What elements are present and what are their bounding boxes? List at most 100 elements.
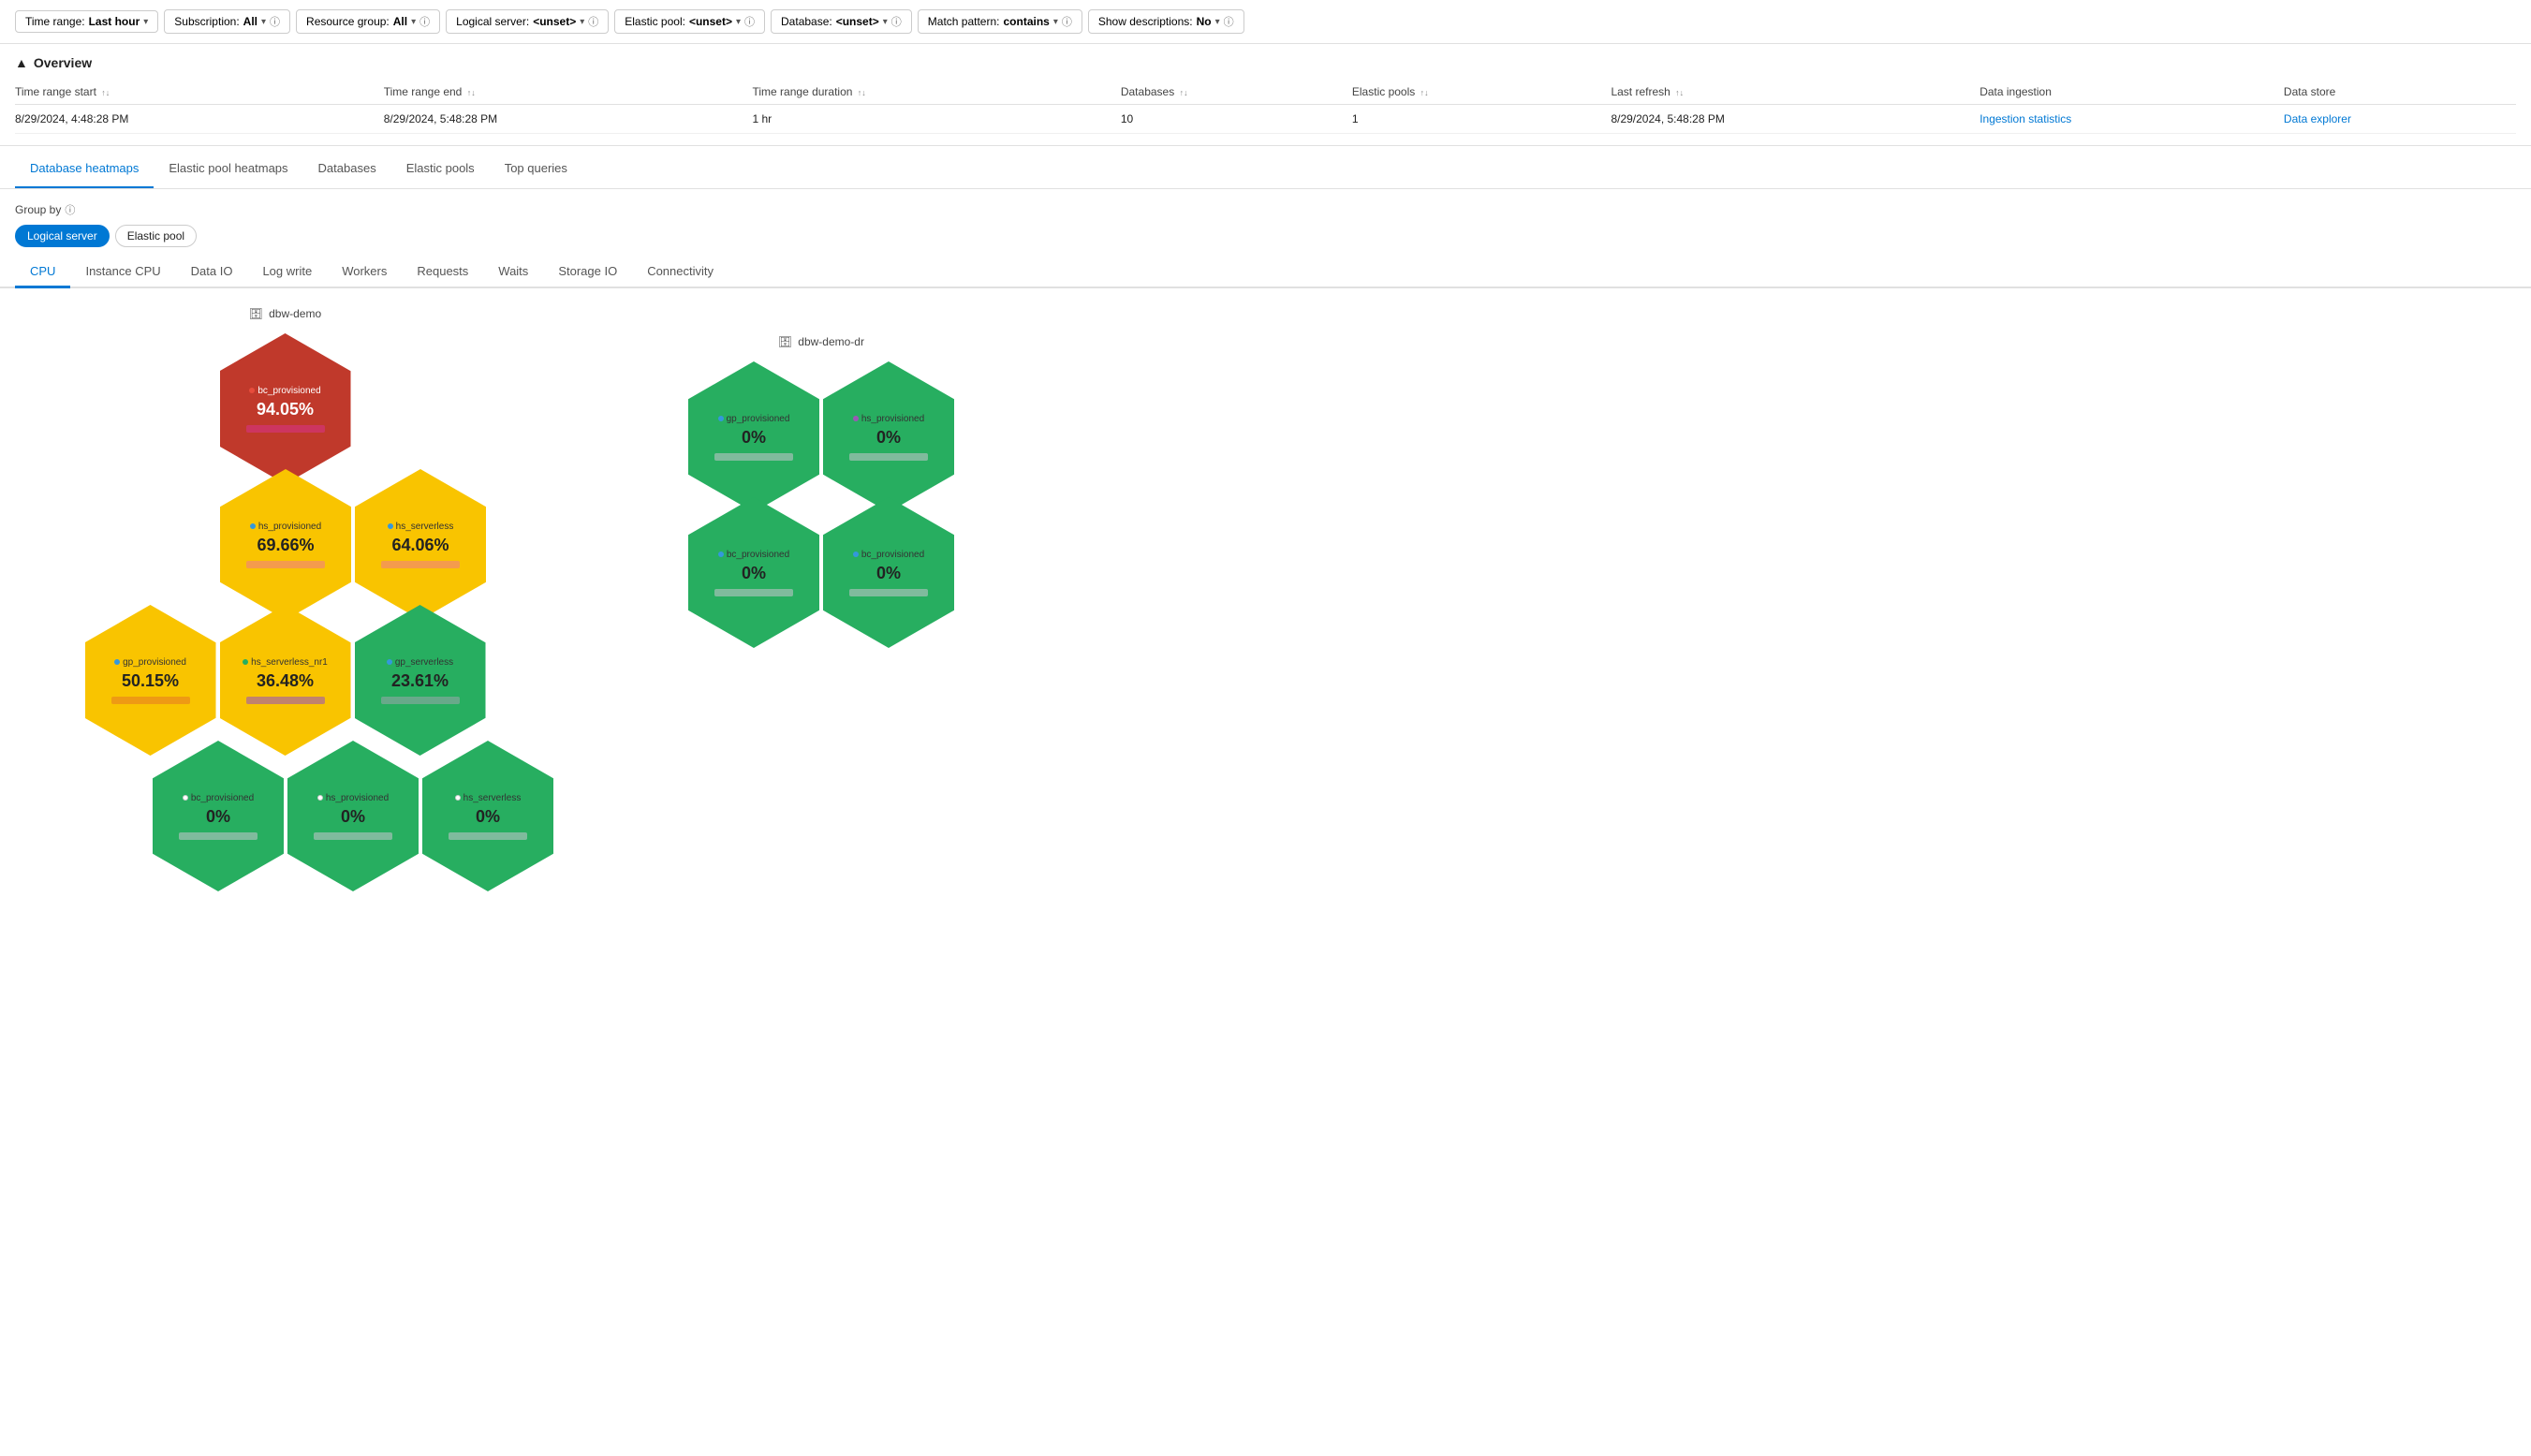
resource-group-filter[interactable]: Resource group: All ▾ ⓘ bbox=[296, 9, 440, 34]
info-icon: ⓘ bbox=[419, 14, 430, 29]
overview-toggle[interactable]: ▲ Overview bbox=[15, 55, 2516, 70]
dot-icon bbox=[114, 659, 120, 665]
match-pattern-value: contains bbox=[1004, 15, 1050, 28]
resource-group-label: Resource group: bbox=[306, 15, 390, 28]
col-duration[interactable]: Time range duration ↑↓ bbox=[753, 80, 1121, 105]
metric-tab-requests[interactable]: Requests bbox=[402, 257, 483, 288]
hex-bar bbox=[714, 589, 793, 596]
cell-elastic-pools: 1 bbox=[1352, 105, 1611, 134]
match-pattern-filter[interactable]: Match pattern: contains ▾ ⓘ bbox=[918, 9, 1082, 34]
sort-icon: ↑↓ bbox=[1675, 88, 1684, 97]
metric-tab-waits[interactable]: Waits bbox=[483, 257, 543, 288]
hex-label: bc_provisioned bbox=[249, 386, 320, 396]
tab-databases[interactable]: Databases bbox=[303, 150, 391, 188]
dot-icon bbox=[853, 416, 859, 421]
hex-value: 0% bbox=[476, 807, 500, 827]
hex-value: 0% bbox=[876, 428, 901, 448]
cell-data-ingestion[interactable]: Ingestion statistics bbox=[1979, 105, 2284, 134]
col-elastic-pools[interactable]: Elastic pools ↑↓ bbox=[1352, 80, 1611, 105]
database-label: Database: bbox=[781, 15, 832, 28]
col-time-start[interactable]: Time range start ↑↓ bbox=[15, 80, 384, 105]
chevron-down-icon: ▾ bbox=[736, 17, 741, 27]
hex-label: gp_provisioned bbox=[114, 657, 186, 668]
hex-label: hs_serverless_nr1 bbox=[243, 657, 328, 668]
hex-cell-bc-provisioned-94[interactable]: bc_provisioned 94.05% bbox=[220, 333, 351, 484]
hex-cell-hs-provisioned-69[interactable]: hs_provisioned 69.66% bbox=[220, 469, 351, 620]
hex-bar bbox=[449, 832, 527, 840]
hex-cell-gp-provisioned-50[interactable]: gp_provisioned 50.15% bbox=[85, 605, 216, 756]
ingestion-statistics-link[interactable]: Ingestion statistics bbox=[1979, 112, 2071, 125]
chevron-down-icon: ▾ bbox=[883, 17, 888, 27]
time-range-value: Last hour bbox=[89, 15, 140, 28]
group-by-section: Group by ⓘ Logical server Elastic pool bbox=[0, 189, 2531, 257]
metric-tab-log-write[interactable]: Log write bbox=[247, 257, 327, 288]
hex-cell-hs-provisioned-dr-0[interactable]: hs_provisioned 0% bbox=[823, 361, 954, 512]
hex-value: 94.05% bbox=[257, 400, 314, 419]
subscription-filter[interactable]: Subscription: All ▾ ⓘ bbox=[164, 9, 290, 34]
logical-server-value: <unset> bbox=[533, 15, 576, 28]
cluster-icon: 🗄 bbox=[249, 307, 263, 320]
metric-tabs: CPU Instance CPU Data IO Log write Worke… bbox=[0, 257, 2531, 288]
tab-elastic-pools[interactable]: Elastic pools bbox=[391, 150, 490, 188]
hex-cell-hs-serverless-0[interactable]: hs_serverless 0% bbox=[422, 741, 553, 891]
chevron-down-icon: ▾ bbox=[580, 17, 584, 27]
logical-server-label: Logical server: bbox=[456, 15, 529, 28]
hex-bar bbox=[714, 453, 793, 461]
data-explorer-link[interactable]: Data explorer bbox=[2284, 112, 2351, 125]
metric-tab-cpu[interactable]: CPU bbox=[15, 257, 70, 288]
group-by-buttons: Logical server Elastic pool bbox=[15, 225, 2516, 247]
hex-cell-gp-serverless-23[interactable]: gp_serverless 23.61% bbox=[355, 605, 486, 756]
elastic-pool-filter[interactable]: Elastic pool: <unset> ▾ ⓘ bbox=[614, 9, 765, 34]
dot-icon bbox=[250, 523, 256, 529]
chevron-down-icon: ▾ bbox=[411, 17, 416, 27]
time-range-label: Time range: bbox=[25, 15, 85, 28]
cell-last-refresh: 8/29/2024, 5:48:28 PM bbox=[1611, 105, 1979, 134]
logical-server-filter[interactable]: Logical server: <unset> ▾ ⓘ bbox=[446, 9, 609, 34]
cell-data-store[interactable]: Data explorer bbox=[2284, 105, 2516, 134]
time-range-filter[interactable]: Time range: Last hour ▾ bbox=[15, 10, 158, 33]
metric-tab-workers[interactable]: Workers bbox=[327, 257, 402, 288]
col-last-refresh[interactable]: Last refresh ↑↓ bbox=[1611, 80, 1979, 105]
metric-tab-data-io[interactable]: Data IO bbox=[176, 257, 248, 288]
dot-icon bbox=[718, 552, 724, 557]
chevron-down-icon: ▾ bbox=[1053, 17, 1058, 27]
sort-icon: ↑↓ bbox=[858, 88, 866, 97]
hex-cell-hs-provisioned-0[interactable]: hs_provisioned 0% bbox=[287, 741, 419, 891]
show-descriptions-label: Show descriptions: bbox=[1098, 15, 1193, 28]
chevron-up-icon: ▲ bbox=[15, 55, 28, 70]
hex-value: 0% bbox=[206, 807, 230, 827]
tab-elastic-pool-heatmaps[interactable]: Elastic pool heatmaps bbox=[154, 150, 302, 188]
metric-tab-storage-io[interactable]: Storage IO bbox=[543, 257, 632, 288]
hex-label: hs_serverless bbox=[455, 793, 522, 803]
metric-tab-instance-cpu[interactable]: Instance CPU bbox=[70, 257, 175, 288]
hex-cell-bc-provisioned-dr-0b[interactable]: bc_provisioned 0% bbox=[823, 497, 954, 648]
database-filter[interactable]: Database: <unset> ▾ ⓘ bbox=[771, 9, 912, 34]
col-time-end[interactable]: Time range end ↑↓ bbox=[384, 80, 753, 105]
hex-value: 0% bbox=[341, 807, 365, 827]
hex-cell-hs-serverless-64[interactable]: hs_serverless 64.06% bbox=[355, 469, 486, 620]
hex-cell-gp-provisioned-dr-0[interactable]: gp_provisioned 0% bbox=[688, 361, 819, 512]
elastic-pool-label: Elastic pool: bbox=[625, 15, 685, 28]
filter-bar: Time range: Last hour ▾ Subscription: Al… bbox=[0, 0, 2531, 44]
cluster-label: 🗄 dbw-demo-dr bbox=[778, 335, 864, 348]
hex-cell-bc-provisioned-dr-0a[interactable]: bc_provisioned 0% bbox=[688, 497, 819, 648]
cluster-label: 🗄 dbw-demo bbox=[249, 307, 321, 320]
cluster-name: dbw-demo-dr bbox=[798, 335, 864, 348]
dot-icon bbox=[853, 552, 859, 557]
group-by-logical-server[interactable]: Logical server bbox=[15, 225, 110, 247]
cluster-name: dbw-demo bbox=[269, 307, 321, 320]
tab-top-queries[interactable]: Top queries bbox=[490, 150, 582, 188]
group-by-elastic-pool[interactable]: Elastic pool bbox=[115, 225, 197, 247]
hex-cell-hs-serverless-nr1-36[interactable]: hs_serverless_nr1 36.48% bbox=[220, 605, 351, 756]
metric-tab-connectivity[interactable]: Connectivity bbox=[632, 257, 728, 288]
col-databases[interactable]: Databases ↑↓ bbox=[1121, 80, 1352, 105]
show-descriptions-filter[interactable]: Show descriptions: No ▾ ⓘ bbox=[1088, 9, 1244, 34]
table-row: 8/29/2024, 4:48:28 PM 8/29/2024, 5:48:28… bbox=[15, 105, 2516, 134]
hex-value: 50.15% bbox=[122, 671, 179, 691]
cluster-dbw-demo: 🗄 dbw-demo bc_provisioned 94.05% bbox=[15, 307, 555, 893]
hex-cell-bc-provisioned-0[interactable]: bc_provisioned 0% bbox=[153, 741, 284, 891]
tab-database-heatmaps[interactable]: Database heatmaps bbox=[15, 150, 154, 188]
sort-icon: ↑↓ bbox=[1420, 88, 1429, 97]
hex-bar bbox=[246, 425, 325, 433]
hex-grid: bc_provisioned 94.05% hs_provisioned bbox=[15, 331, 555, 893]
